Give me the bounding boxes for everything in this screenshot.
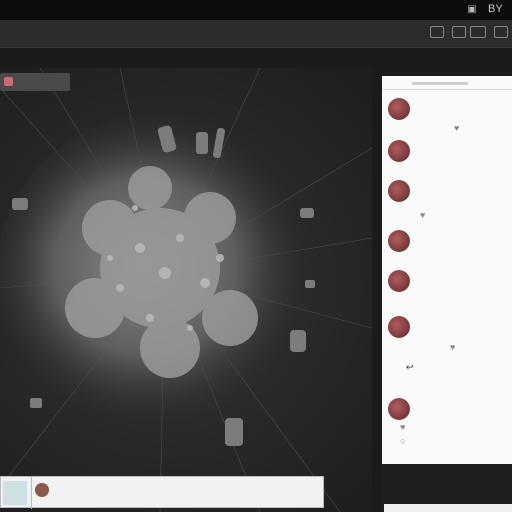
panel-footer [382, 464, 512, 512]
window-icon[interactable]: ▣ [466, 4, 478, 16]
layout-icon[interactable] [430, 26, 444, 38]
avatar [388, 140, 410, 162]
thumbnail[interactable] [3, 481, 27, 505]
list-item[interactable] [382, 134, 512, 166]
avatar [388, 270, 410, 292]
avatar[interactable] [35, 483, 49, 497]
divider [31, 477, 32, 509]
toolbar [0, 20, 512, 48]
reply-icon[interactable]: ↩ [406, 362, 414, 373]
footer-card[interactable] [384, 504, 512, 512]
list-item[interactable]: ↩ [382, 358, 512, 390]
heart-icon[interactable]: ♥ [454, 123, 459, 133]
avatar [388, 230, 410, 252]
list-item[interactable] [382, 310, 512, 342]
comments-panel: ♥ ♥ ♥ ↩ ♥ ○ [382, 76, 512, 464]
heart-icon[interactable]: ♥ [420, 210, 425, 220]
list-item[interactable] [382, 174, 512, 206]
list-item[interactable] [382, 92, 512, 124]
bottom-info-bar[interactable] [0, 476, 324, 509]
list-item[interactable] [382, 224, 512, 256]
panel-header [382, 76, 512, 90]
avatar [388, 180, 410, 202]
window-icon[interactable] [494, 26, 508, 38]
list-item[interactable] [382, 392, 512, 424]
list-item[interactable] [382, 264, 512, 296]
tag-color-swatch [4, 77, 13, 86]
avatar [388, 398, 410, 420]
heart-icon[interactable]: ♥ [400, 422, 405, 432]
particle-burst-image [0, 68, 372, 512]
window-titlebar: ▣ BY [0, 0, 512, 20]
header-bar [412, 82, 468, 85]
titlebar-text: BY [488, 3, 503, 15]
image-tag[interactable] [0, 73, 70, 91]
document-icon[interactable] [452, 26, 466, 38]
heart-icon[interactable]: ♥ [450, 342, 455, 352]
image-icon[interactable] [470, 26, 486, 38]
avatar [388, 98, 410, 120]
avatar [388, 316, 410, 338]
radio-icon[interactable]: ○ [400, 436, 405, 446]
image-stage[interactable] [0, 68, 372, 512]
